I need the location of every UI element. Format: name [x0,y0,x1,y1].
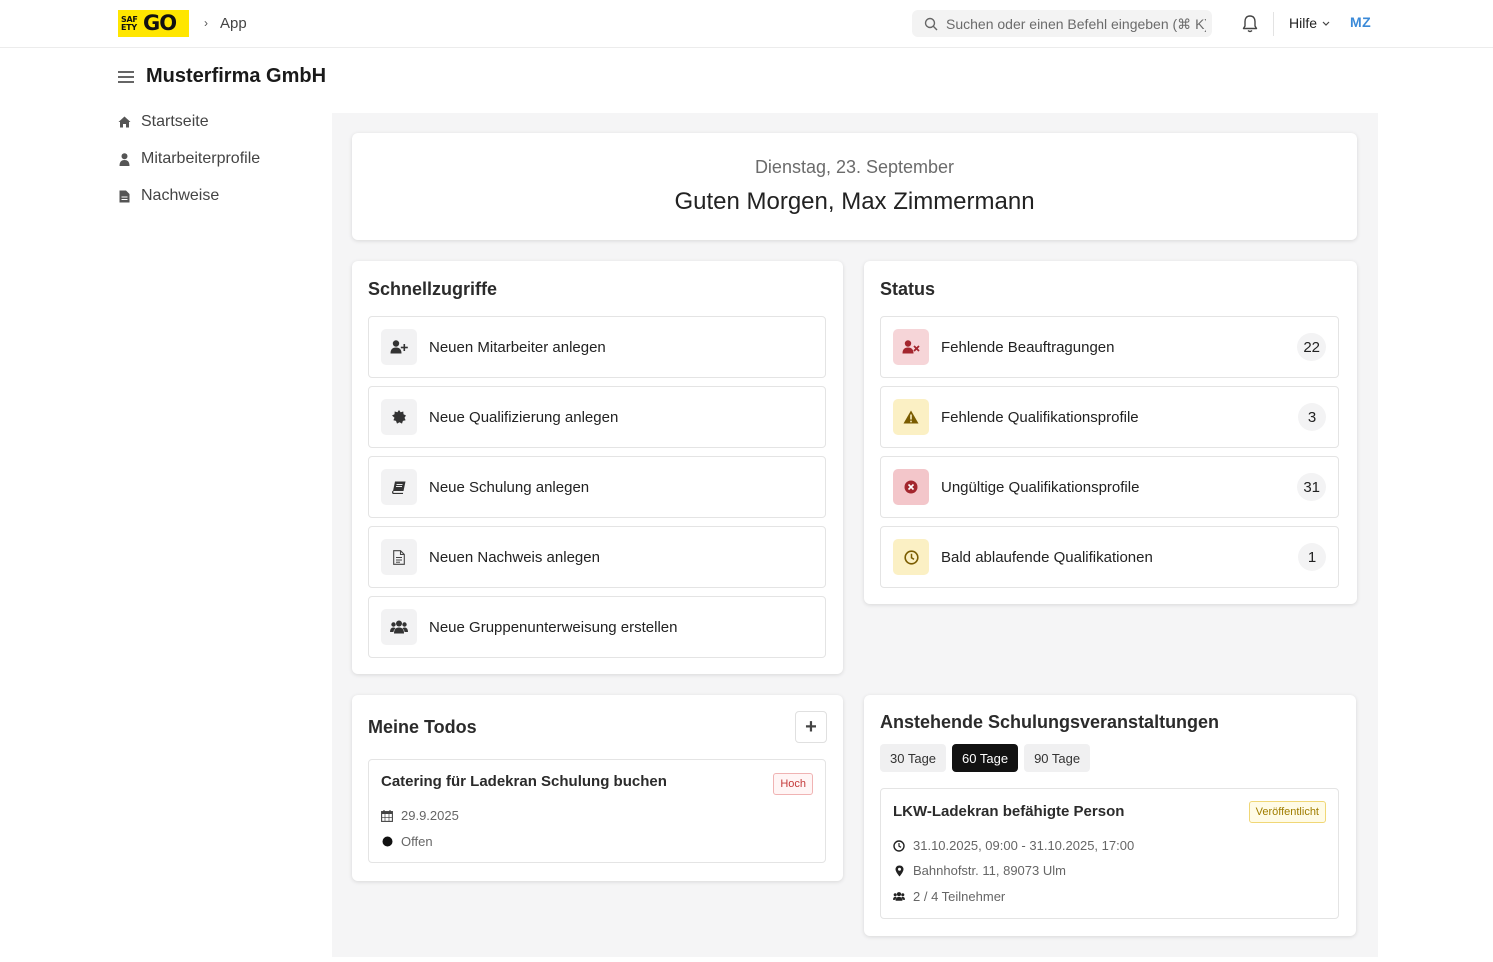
event-item[interactable]: LKW-Ladekran befähigte Person Veröffentl… [880,788,1339,919]
greeting-text: Guten Morgen, Max Zimmermann [674,188,1035,215]
user-plus-icon [381,329,417,365]
status-label: Fehlende Qualifikationsprofile [941,408,1139,426]
status-count: 1 [1298,543,1326,571]
document-icon [118,190,131,203]
status-label: Fehlende Beauftragungen [941,338,1115,356]
event-location: Bahnhofstr. 11, 89073 Ulm [893,863,1066,878]
status-expiring-qualifications[interactable]: Bald ablaufende Qualifikationen 1 [880,526,1339,588]
quick-action-new-employee[interactable]: Neuen Mitarbeiter anlegen [368,316,826,378]
tab-60-days[interactable]: 60 Tage [952,744,1019,772]
search-input[interactable] [946,15,1206,32]
users-icon [893,891,905,902]
event-title: LKW-Ladekran befähigte Person [893,803,1125,820]
period-tabs: 30 Tage 60 Tage 90 Tage [880,744,1091,772]
company-name: Musterfirma GmbH [146,65,327,87]
help-menu-button[interactable]: Hilfe [1289,15,1331,31]
file-icon [381,539,417,575]
safetygo-logo[interactable]: SAF ETY GO [118,10,189,37]
status-title: Status [880,279,936,299]
status-card: Status Fehlende Beauftragungen 22 Fehlen… [864,261,1357,604]
quick-action-label: Neue Gruppenunterweisung erstellen [429,618,678,636]
event-location-text: Bahnhofstr. 11, 89073 Ulm [913,863,1066,878]
company-header: Musterfirma GmbH [118,65,326,88]
top-bar: SAF ETY GO › App Hilfe MZ [0,0,1493,48]
todo-date: 29.9.2025 [381,808,459,823]
event-participants-text: 2 / 4 Teilnehmer [913,889,1006,904]
add-todo-button[interactable]: + [795,711,827,743]
search-icon [924,17,938,30]
status-dot-icon [381,836,393,847]
clock-icon [893,539,929,575]
quick-action-new-qualification[interactable]: Neue Qualifizierung anlegen [368,386,826,448]
quick-access-card: Schnellzugriffe Neuen Mitarbeiter anlege… [352,261,843,674]
published-badge: Veröffentlicht [1248,801,1326,823]
todo-state: Offen [381,834,433,849]
todo-state-text: Offen [401,834,433,849]
event-time-text: 31.10.2025, 09:00 - 31.10.2025, 17:00 [913,838,1135,853]
user-avatar[interactable]: MZ [1350,14,1371,30]
todos-title: Meine Todos [368,717,477,737]
sidebar-item-nachweise[interactable]: Nachweise [118,187,219,205]
calendar-icon [381,809,393,822]
status-label: Bald ablaufende Qualifikationen [941,548,1153,566]
quick-action-new-training[interactable]: Neue Schulung anlegen [368,456,826,518]
warning-icon [893,399,929,435]
greeting-card: Dienstag, 23. September Guten Morgen, Ma… [352,133,1357,240]
users-icon [381,609,417,645]
map-pin-icon [893,865,905,877]
sidebar-item-mitarbeiterprofile[interactable]: Mitarbeiterprofile [118,150,260,168]
todos-card: Meine Todos + Catering für Ladekran Schu… [352,695,843,881]
status-missing-assignments[interactable]: Fehlende Beauftragungen 22 [880,316,1339,378]
quick-access-title: Schnellzugriffe [368,279,498,299]
events-title: Anstehende Schulungsveranstaltungen [880,712,1220,732]
certificate-icon [381,399,417,435]
event-participants: 2 / 4 Teilnehmer [893,889,1005,904]
x-circle-icon [893,469,929,505]
event-time: 31.10.2025, 09:00 - 31.10.2025, 17:00 [893,838,1134,853]
sidebar-item-startseite[interactable]: Startseite [118,113,209,131]
logo-small-text: SAF ETY [121,14,138,32]
user-x-icon [893,329,929,365]
home-icon [118,116,131,129]
upcoming-events-card: Anstehende Schulungsveranstaltungen 30 T… [864,695,1356,936]
status-label: Ungültige Qualifikationsprofile [941,478,1140,496]
chevron-down-icon [1322,21,1330,26]
sidebar-item-label: Startseite [141,113,209,130]
quick-action-label: Neue Schulung anlegen [429,478,590,496]
tab-90-days[interactable]: 90 Tage [1024,744,1091,772]
quick-action-new-record[interactable]: Neuen Nachweis anlegen [368,526,826,588]
help-label: Hilfe [1289,15,1318,31]
sidebar-item-label: Mitarbeiterprofile [141,150,261,167]
header-divider [1273,12,1274,36]
logo-big-text: GO [143,11,177,35]
quick-action-label: Neuen Nachweis anlegen [429,548,600,566]
search-bar[interactable] [912,10,1212,37]
todo-date-text: 29.9.2025 [401,808,459,823]
status-count: 31 [1297,473,1326,501]
status-count: 3 [1298,403,1326,431]
book-icon [381,469,417,505]
quick-action-label: Neue Qualifizierung anlegen [429,408,619,426]
quick-action-label: Neuen Mitarbeiter anlegen [429,338,606,356]
menu-icon[interactable] [118,68,134,86]
quick-action-new-group-instruction[interactable]: Neue Gruppenunterweisung erstellen [368,596,826,658]
greeting-date: Dienstag, 23. September [754,157,955,177]
status-count: 22 [1297,333,1326,361]
priority-badge: Hoch [773,773,813,795]
clock-icon [893,839,905,852]
breadcrumb-app[interactable]: App [220,15,247,32]
todo-item[interactable]: Catering für Ladekran Schulung buchen Ho… [368,759,826,863]
todo-title: Catering für Ladekran Schulung buchen [381,773,667,790]
status-invalid-profiles[interactable]: Ungültige Qualifikationsprofile 31 [880,456,1339,518]
chevron-right-icon: › [204,16,208,30]
sidebar-item-label: Nachweise [141,187,220,204]
tab-30-days[interactable]: 30 Tage [880,744,947,772]
main-content: Dienstag, 23. September Guten Morgen, Ma… [332,113,1378,957]
status-missing-profiles[interactable]: Fehlende Qualifikationsprofile 3 [880,386,1339,448]
user-icon [118,152,131,166]
bell-icon[interactable] [1241,14,1259,34]
